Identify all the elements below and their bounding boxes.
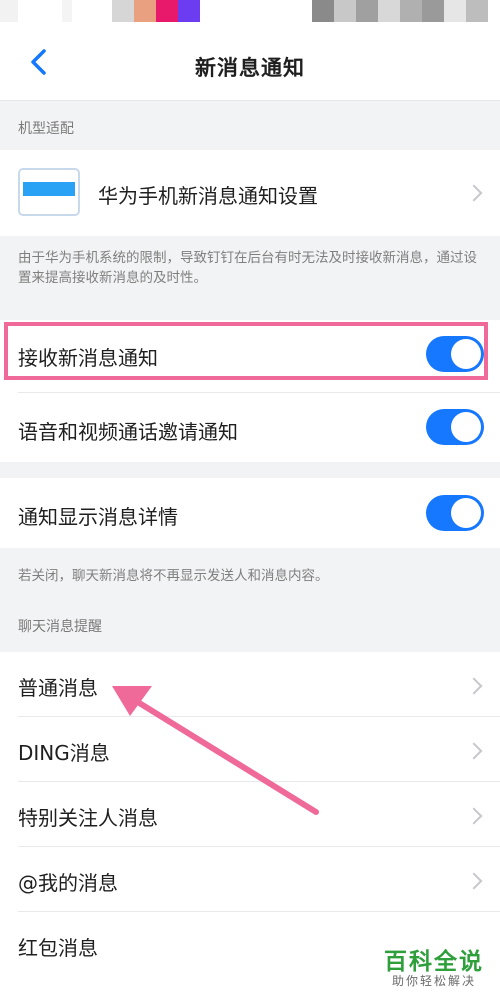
list-item-ding-message[interactable]: DING消息 <box>0 717 500 781</box>
detail-toggle-row: 通知显示消息详情 <box>0 478 500 548</box>
phone-icon <box>18 168 80 216</box>
nav-header: 新消息通知 <box>0 24 500 101</box>
list-item-label: @我的消息 <box>18 871 118 895</box>
section-label-chat: 聊天消息提醒 <box>18 619 102 635</box>
list-item-label: 普通消息 <box>18 676 98 700</box>
chevron-right-icon <box>465 677 483 695</box>
list-item-mention-message[interactable]: @我的消息 <box>0 847 500 911</box>
list-item-normal-message[interactable]: 普通消息 <box>0 652 500 716</box>
list-item-label: 特别关注人消息 <box>18 806 158 830</box>
watermark-tagline: 助你轻松解决 <box>391 974 476 988</box>
list-item-special-attention[interactable]: 特别关注人消息 <box>0 782 500 846</box>
list-item-label: DING消息 <box>18 741 110 765</box>
show-detail-toggle[interactable] <box>426 495 484 531</box>
watermark-logo: 百科全说 <box>384 949 484 975</box>
chevron-right-icon <box>465 807 483 825</box>
device-note: 由于华为手机系统的限制，导致钉钉在后台有时无法及时接收新消息，通过设置来提高接收… <box>18 250 477 286</box>
huawei-settings-label: 华为手机新消息通知设置 <box>98 184 318 208</box>
highlight-box <box>4 322 488 380</box>
detail-note: 若关闭，聊天新消息将不再显示发送人和消息内容。 <box>18 568 329 584</box>
call-invite-notification-label: 语音和视频通话邀请通知 <box>18 420 238 444</box>
chevron-right-icon <box>465 872 483 890</box>
chevron-right-icon <box>465 184 483 202</box>
page-title: 新消息通知 <box>195 56 305 80</box>
show-detail-label: 通知显示消息详情 <box>18 505 178 529</box>
huawei-notification-settings-item[interactable]: 华为手机新消息通知设置 <box>0 150 500 236</box>
list-item-label: 红包消息 <box>18 936 98 960</box>
chevron-right-icon <box>465 742 483 760</box>
status-bar <box>0 0 500 24</box>
section-label-device: 机型适配 <box>18 121 74 137</box>
call-invite-notification-toggle[interactable] <box>426 409 484 445</box>
